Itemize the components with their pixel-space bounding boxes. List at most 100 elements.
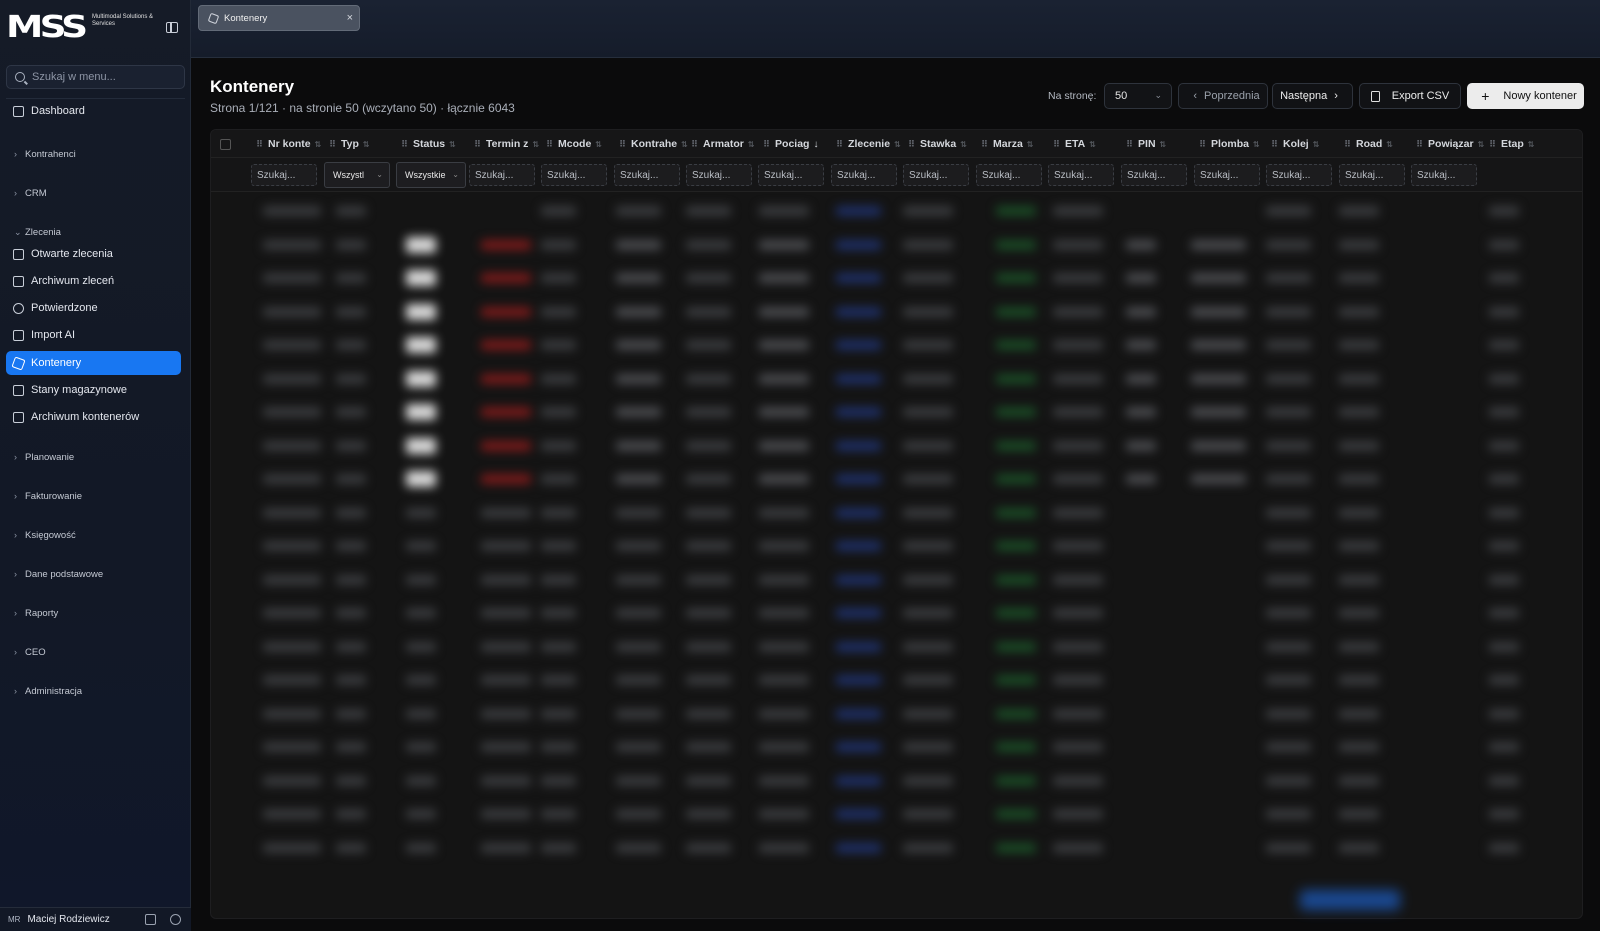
column-header[interactable]: ⠿ Nr konte ⇅ <box>256 130 326 158</box>
table-row[interactable] <box>211 362 1582 396</box>
drag-handle-icon[interactable]: ⠿ <box>836 139 843 150</box>
per-page-select[interactable]: 50 ⌄ <box>1104 83 1172 109</box>
sidebar-group-raporty[interactable]: › Raporty <box>14 605 58 621</box>
sidebar-collapse-icon[interactable] <box>166 22 178 33</box>
drag-handle-icon[interactable]: ⠿ <box>1053 139 1060 150</box>
sort-icon[interactable]: ⇅ <box>595 140 602 149</box>
column-filter-input[interactable] <box>976 164 1042 186</box>
table-row[interactable] <box>211 295 1582 329</box>
sort-icon[interactable]: ⇅ <box>1313 140 1320 149</box>
drag-handle-icon[interactable]: ⠿ <box>908 139 915 150</box>
sort-icon[interactable]: ⇅ <box>1253 140 1260 149</box>
column-filter-input[interactable] <box>1411 164 1477 186</box>
column-header[interactable]: ⠿ Kolej ⇅ <box>1271 130 1341 158</box>
table-row[interactable] <box>211 730 1582 764</box>
type-filter-select[interactable]: Wszystl ⌄ <box>324 162 390 188</box>
column-header[interactable]: ⠿ Stawka ⇅ <box>908 130 978 158</box>
sidebar-item-archiwum-kontenerow[interactable]: Archiwum kontenerów <box>6 405 181 429</box>
sort-icon[interactable]: ⇅ <box>748 140 755 149</box>
sidebar-item-archiwum-zlecen[interactable]: Archiwum zleceń <box>6 269 181 293</box>
column-header[interactable]: ⠿ Zlecenie ⇅ <box>836 130 906 158</box>
column-header[interactable]: ⠿ ETA ⇅ <box>1053 130 1123 158</box>
column-header[interactable]: ⠿ Marza ⇅ <box>981 130 1051 158</box>
sidebar-item-import-ai[interactable]: Import AI <box>6 323 181 347</box>
column-filter-input[interactable] <box>686 164 752 186</box>
column-filter-input[interactable] <box>758 164 824 186</box>
drag-handle-icon[interactable]: ⠿ <box>981 139 988 150</box>
table-row[interactable] <box>211 328 1582 362</box>
avatar[interactable]: MR <box>8 915 20 924</box>
logo[interactable]: MSS <box>6 13 88 43</box>
sidebar-group-ksiegowosc[interactable]: › Księgowość <box>14 527 76 543</box>
drag-handle-icon[interactable]: ⠿ <box>1416 139 1423 150</box>
column-filter-input[interactable] <box>903 164 969 186</box>
column-filter-input[interactable] <box>1339 164 1405 186</box>
column-header[interactable]: ⠿ Pociag ↓ <box>763 130 833 158</box>
table-row[interactable] <box>211 228 1582 262</box>
table-row[interactable] <box>211 663 1582 697</box>
table-row[interactable] <box>211 496 1582 530</box>
drag-handle-icon[interactable]: ⠿ <box>329 139 336 150</box>
sort-icon[interactable]: ⇅ <box>1027 140 1034 149</box>
column-header[interactable]: ⠿ Armator ⇅ <box>691 130 761 158</box>
sidebar-group-crm[interactable]: › CRM <box>14 185 47 201</box>
sidebar-item-potwierdzone[interactable]: Potwierdzone <box>6 296 181 320</box>
column-header[interactable]: ⠿ Powiązar ⇅ <box>1416 130 1486 158</box>
column-header[interactable]: ⠿ Typ ⇅ <box>329 130 399 158</box>
sort-icon[interactable]: ⇅ <box>1160 140 1167 149</box>
column-header[interactable]: ⠿ Mcode ⇅ <box>546 130 616 158</box>
column-header[interactable]: ⠿ Etap ⇅ <box>1489 130 1559 158</box>
user-name[interactable]: Maciej Rodziewicz <box>27 914 109 925</box>
status-filter-select[interactable]: Wszystkie ⌄ <box>396 162 466 188</box>
drag-handle-icon[interactable]: ⠿ <box>474 139 481 150</box>
table-row[interactable] <box>211 429 1582 463</box>
table-row[interactable] <box>211 529 1582 563</box>
table-row[interactable] <box>211 261 1582 295</box>
drag-handle-icon[interactable]: ⠿ <box>1199 139 1206 150</box>
sidebar-group-ceo[interactable]: › CEO <box>14 644 46 660</box>
sort-icon[interactable]: ⇅ <box>960 140 967 149</box>
sidebar-item-dashboard[interactable]: Dashboard <box>6 99 181 123</box>
table-row[interactable] <box>211 462 1582 496</box>
sidebar-group-planowanie[interactable]: › Planowanie <box>14 449 74 465</box>
sort-icon[interactable]: ⇅ <box>532 140 539 149</box>
sort-icon[interactable]: ⇅ <box>1386 140 1393 149</box>
menu-search[interactable] <box>6 65 185 89</box>
column-filter-input[interactable] <box>831 164 897 186</box>
table-row[interactable] <box>211 194 1582 228</box>
sort-icon[interactable]: ⇅ <box>315 140 322 149</box>
column-header[interactable]: ⠿ Termin z ⇅ <box>474 130 544 158</box>
table-row[interactable] <box>211 697 1582 731</box>
column-filter-input[interactable] <box>614 164 680 186</box>
menu-search-input[interactable] <box>32 71 172 83</box>
table-row[interactable] <box>211 797 1582 831</box>
column-header[interactable]: ⠿ Kontrahe ⇅ <box>619 130 689 158</box>
table-row[interactable] <box>211 764 1582 798</box>
drag-handle-icon[interactable]: ⠿ <box>1344 139 1351 150</box>
table-row[interactable] <box>211 395 1582 429</box>
column-filter-input[interactable] <box>1121 164 1187 186</box>
sort-desc-icon[interactable]: ↓ <box>813 139 818 150</box>
sidebar-group-administracja[interactable]: › Administracja <box>14 683 82 699</box>
column-header[interactable]: ⠿ Status ⇅ <box>401 130 471 158</box>
sort-icon[interactable]: ⇅ <box>363 140 370 149</box>
column-header[interactable]: ⠿ Plomba ⇅ <box>1199 130 1269 158</box>
column-filter-input[interactable] <box>251 164 317 186</box>
sort-icon[interactable]: ⇅ <box>1528 140 1535 149</box>
table-row[interactable] <box>211 596 1582 630</box>
previous-page-button[interactable]: ‹ Poprzednia <box>1178 83 1268 109</box>
sort-icon[interactable]: ⇅ <box>1478 140 1485 149</box>
new-container-button[interactable]: + Nowy kontener <box>1467 83 1584 109</box>
help-icon[interactable] <box>170 914 181 925</box>
column-header[interactable]: ⠿ Road ⇅ <box>1344 130 1414 158</box>
drag-handle-icon[interactable]: ⠿ <box>619 139 626 150</box>
tab-kontenery[interactable]: Kontenery × <box>198 5 360 31</box>
sidebar-item-otwarte-zlecenia[interactable]: Otwarte zlecenia <box>6 242 181 266</box>
column-filter-input[interactable] <box>1266 164 1332 186</box>
drag-handle-icon[interactable]: ⠿ <box>546 139 553 150</box>
column-filter-input[interactable] <box>469 164 535 186</box>
sort-icon[interactable]: ⇅ <box>894 140 901 149</box>
table-row[interactable] <box>211 630 1582 664</box>
table-row[interactable] <box>211 831 1582 865</box>
export-csv-button[interactable]: Export CSV <box>1359 83 1461 109</box>
